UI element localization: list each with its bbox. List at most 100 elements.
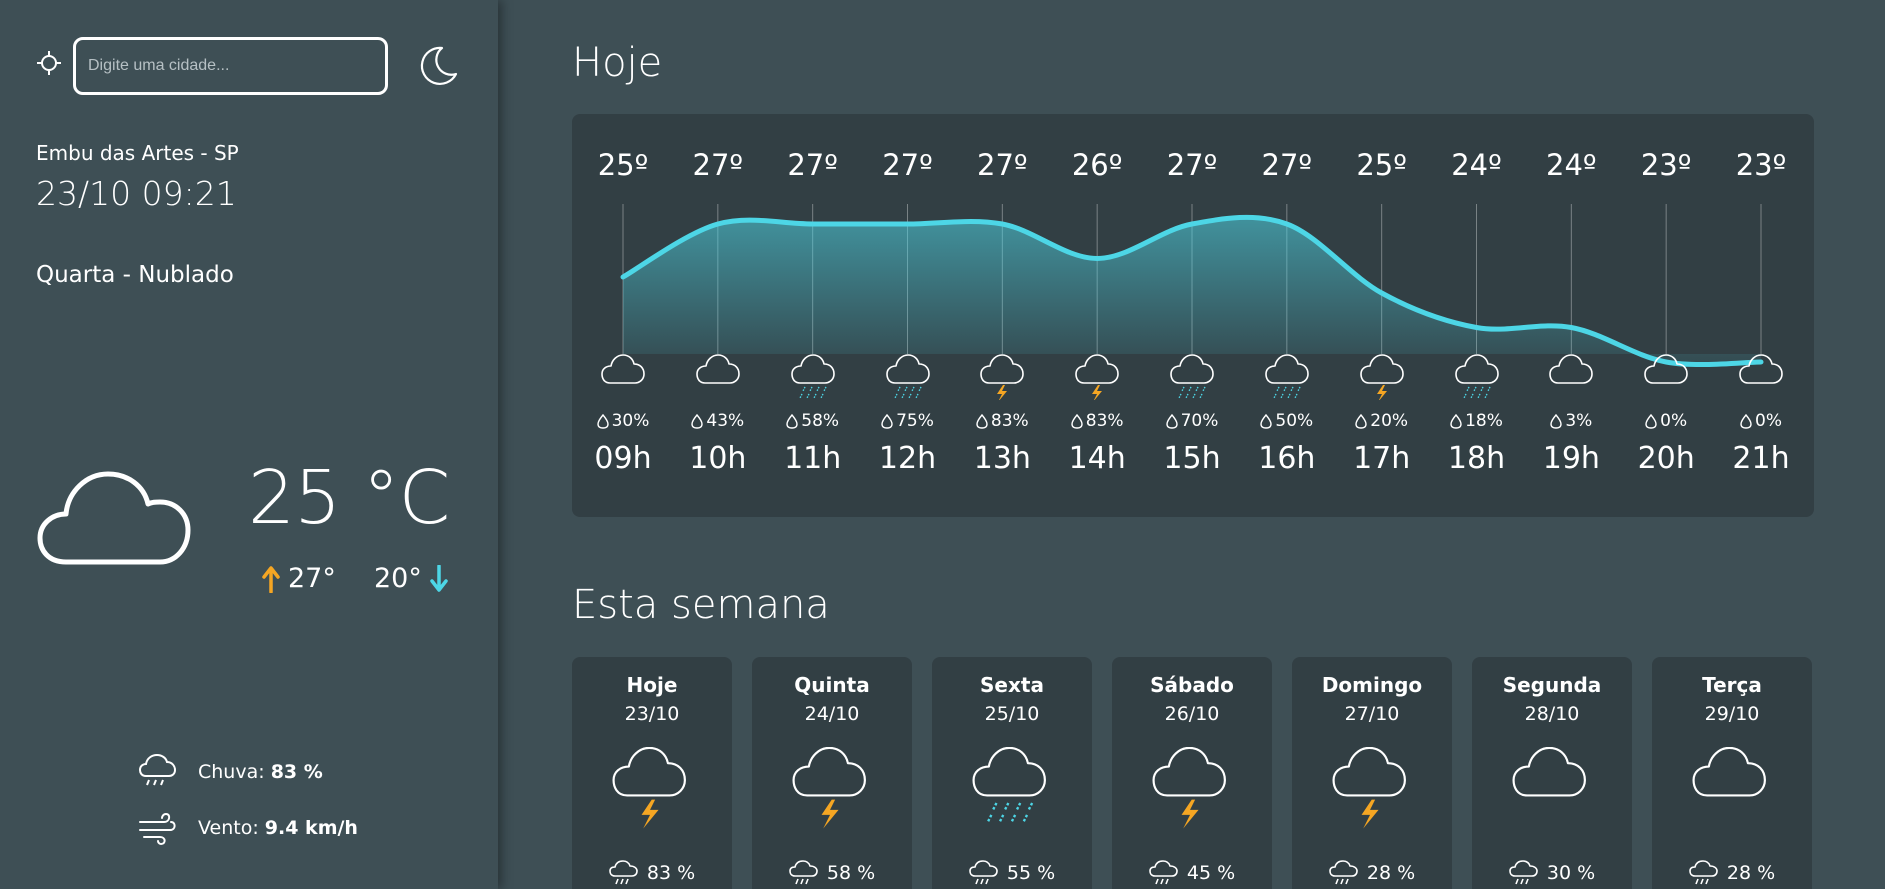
low-temp-value: 20° xyxy=(374,563,422,594)
day-card[interactable]: Sexta 25/10 55 % xyxy=(932,657,1092,889)
day-name: Quinta xyxy=(794,673,870,697)
rain-cloud-icon xyxy=(1329,860,1358,885)
hour-temp: 27º xyxy=(977,148,1028,182)
cloud-icon xyxy=(1512,747,1586,797)
rain-icon xyxy=(972,747,1046,823)
thunderstorm-icon xyxy=(612,747,686,829)
day-name: Sexta xyxy=(980,673,1044,697)
rain-cloud-icon xyxy=(1689,860,1718,885)
hour-rain-chance: 0% xyxy=(1721,411,1801,431)
hour-rain-chance: 3% xyxy=(1531,411,1611,431)
hour-temp: 25º xyxy=(597,148,649,182)
high-temp: 27° xyxy=(262,563,336,594)
hour-column: 26º 83% 14h xyxy=(1057,114,1137,517)
hour-temp: 27º xyxy=(692,148,744,182)
rain-icon xyxy=(885,354,930,399)
hour-rain-chance: 18% xyxy=(1437,411,1517,431)
hour-temp: 27º xyxy=(787,148,838,182)
location-name: Embu das Artes - SP xyxy=(36,141,239,165)
hour-temp: 24º xyxy=(1546,148,1597,182)
rain-stat-text: Chuva: 83 % xyxy=(198,761,323,783)
hour-label: 09h xyxy=(594,441,652,476)
arrow-up-icon xyxy=(262,565,280,593)
rain-stat: Chuva: 83 % xyxy=(138,752,323,792)
hour-label: 19h xyxy=(1542,441,1600,476)
day-card[interactable]: Quinta 24/10 58 % xyxy=(752,657,912,889)
hour-column: 27º 58% 11h xyxy=(773,114,853,517)
hour-column: 25º 30% 09h xyxy=(583,114,663,517)
thunderstorm-icon xyxy=(1359,354,1404,400)
hour-temp: 26º xyxy=(1071,148,1123,182)
day-rain-chance: 28 % xyxy=(1292,859,1452,887)
hour-label: 10h xyxy=(689,441,747,476)
cloud-icon xyxy=(1644,354,1688,384)
hour-label: 16h xyxy=(1258,441,1316,476)
day-date: 29/10 xyxy=(1704,703,1760,725)
hour-label: 15h xyxy=(1163,441,1221,476)
day-date: 25/10 xyxy=(984,703,1040,725)
hour-rain-chance: 75% xyxy=(868,411,948,431)
rain-cloud-icon xyxy=(609,860,638,885)
today-title: Hoje xyxy=(572,40,663,86)
hour-column: 23º 0% 20h xyxy=(1626,114,1706,517)
moon-icon[interactable] xyxy=(416,44,460,88)
hour-rain-chance: 50% xyxy=(1247,411,1327,431)
hour-column: 23º 0% 21h xyxy=(1721,114,1801,517)
current-temperature: 25 °C xyxy=(248,455,450,541)
cloud-icon xyxy=(1549,354,1594,384)
city-search-input[interactable] xyxy=(73,37,388,95)
hour-label: 13h xyxy=(973,441,1031,476)
thunderstorm-icon xyxy=(980,354,1025,400)
rain-icon xyxy=(1454,354,1499,399)
hour-rain-chance: 0% xyxy=(1626,411,1706,431)
cloud-icon xyxy=(696,354,740,384)
rain-cloud-icon xyxy=(969,860,998,885)
hour-rain-chance: 70% xyxy=(1152,411,1232,431)
droplet-icon xyxy=(1645,413,1657,429)
day-card[interactable]: Sábado 26/10 45 % xyxy=(1112,657,1272,889)
thunderstorm-icon xyxy=(1075,354,1119,400)
hour-rain-chance: 20% xyxy=(1342,411,1422,431)
cloud-icon xyxy=(1739,354,1783,384)
arrow-down-icon xyxy=(430,564,448,592)
day-date: 28/10 xyxy=(1524,703,1580,725)
hour-column: 24º 18% 18h xyxy=(1437,114,1517,517)
cloud-icon xyxy=(1692,747,1766,797)
day-name: Sábado xyxy=(1150,673,1234,697)
hour-column: 24º 3% 19h xyxy=(1531,114,1611,517)
current-datetime: 23/10 09:21 xyxy=(36,174,237,213)
cloud-icon xyxy=(37,471,191,565)
day-date: 23/10 xyxy=(624,703,680,725)
day-date: 26/10 xyxy=(1164,703,1220,725)
rain-cloud-icon xyxy=(1509,860,1538,885)
day-rain-chance: 58 % xyxy=(752,859,912,887)
hour-rain-chance: 43% xyxy=(678,411,758,431)
day-rain-chance: 28 % xyxy=(1652,859,1812,887)
hour-label: 21h xyxy=(1732,441,1790,476)
day-name: Domingo xyxy=(1321,673,1423,697)
hour-rain-chance: 83% xyxy=(962,411,1042,431)
day-card[interactable]: Terça 29/10 28 % xyxy=(1652,657,1812,889)
wind-stat-text: Vento: 9.4 km/h xyxy=(198,817,358,839)
hour-temp: 27º xyxy=(1166,148,1218,182)
hour-column: 27º 75% 12h xyxy=(868,114,948,517)
day-rain-chance: 45 % xyxy=(1112,859,1272,887)
day-date: 24/10 xyxy=(804,703,860,725)
hourly-forecast-panel: 25º 30% 09h 27º 43% 10h 27º 58% 11h 27º 75% 12h 27º 8… xyxy=(572,114,1814,517)
sidebar: Embu das Artes - SP 23/10 09:21 Quarta -… xyxy=(0,0,498,889)
droplet-icon xyxy=(1165,413,1178,429)
day-card[interactable]: Segunda 28/10 30 % xyxy=(1472,657,1632,889)
crosshair-icon[interactable] xyxy=(36,50,62,76)
droplet-icon xyxy=(786,413,798,429)
hour-rain-chance: 30% xyxy=(583,411,663,431)
hour-column: 27º 50% 16h xyxy=(1247,114,1327,517)
thunderstorm-icon xyxy=(792,747,866,829)
hour-label: 12h xyxy=(878,441,937,476)
day-card[interactable]: Domingo 27/10 28 % xyxy=(1292,657,1452,889)
hour-label: 11h xyxy=(784,441,842,476)
low-temp: 20° xyxy=(374,563,448,594)
hour-temp: 27º xyxy=(1261,148,1313,182)
current-condition: Quarta - Nublado xyxy=(36,262,234,288)
hour-temp: 24º xyxy=(1451,148,1502,182)
day-card[interactable]: Hoje 23/10 83 % xyxy=(572,657,732,889)
